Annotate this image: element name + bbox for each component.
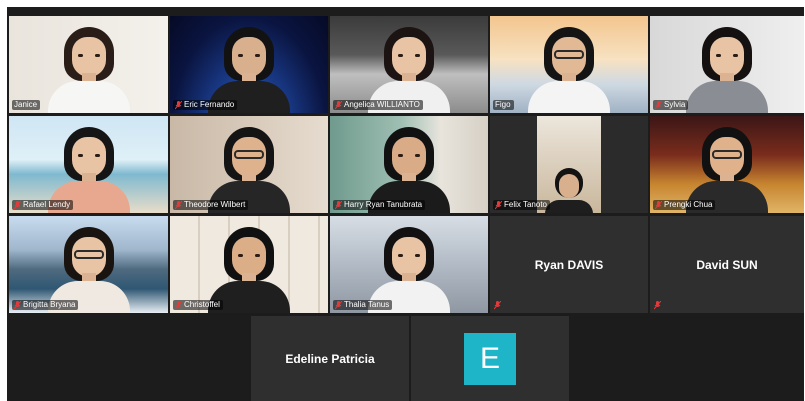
participant-name-tag: Prengki Chua [653, 200, 716, 210]
mic-off-icon [654, 301, 661, 310]
participant-name-tag: Janice [12, 100, 41, 110]
participant-name-tag: Brigitta Bryana [12, 300, 79, 310]
participant-name-tag: Felix Tanoto [493, 200, 550, 210]
video-grid: Janice Eric Fernando Angelica WILLIANTO [7, 7, 804, 401]
participant-name-tag: Angelica WILLIANTO [333, 100, 423, 110]
participant-tile-janice[interactable]: Janice [9, 16, 168, 113]
participant-name: Angelica WILLIANTO [344, 100, 420, 109]
mic-off-icon [14, 200, 21, 209]
participant-name: Rafael Lendy [23, 200, 71, 209]
participant-name-tag: Figo [493, 100, 514, 110]
participant-tile-felix-tanoto[interactable]: Felix Tanoto [490, 116, 648, 213]
mic-off-icon [655, 100, 662, 109]
mic-off-icon [175, 200, 182, 209]
mic-off-icon [175, 100, 182, 109]
participant-name: Harry Ryan Tanubrata [344, 200, 423, 209]
participant-tile-david-sun[interactable]: David SUN [650, 216, 804, 313]
mic-off-icon [14, 300, 21, 309]
participant-tile-figo[interactable]: Figo [490, 16, 648, 113]
mic-off-icon [335, 200, 342, 209]
participant-name: Eric Fernando [184, 100, 235, 109]
avatar: E [464, 332, 516, 385]
participant-video [686, 21, 768, 113]
participant-name: Felix Tanoto [504, 200, 547, 209]
participant-name: Ryan DAVIS [534, 257, 604, 272]
participant-tile-angelica-willianto[interactable]: Angelica WILLIANTO [330, 16, 488, 113]
participant-name-tag: Sylvia [653, 100, 689, 110]
participant-name-tag: Harry Ryan Tanubrata [333, 200, 426, 210]
participant-video [537, 116, 601, 213]
participant-name: Theodore Wilbert [184, 200, 246, 209]
mic-off-icon [495, 200, 502, 209]
participant-tile-theodore-wilbert[interactable]: Theodore Wilbert [170, 116, 328, 213]
mic-off-icon [335, 100, 342, 109]
participant-tile-edeline-patricia[interactable]: Edeline Patricia [251, 316, 409, 401]
participant-tile-prengki-chua[interactable]: Prengki Chua [650, 116, 804, 213]
participant-name: David SUN [696, 257, 758, 272]
participant-name-tag: Eric Fernando [173, 100, 238, 110]
participant-name-tag: Theodore Wilbert [173, 200, 249, 210]
mic-off-icon [655, 200, 662, 209]
participant-name-tag: Thalia Tanus [333, 300, 393, 310]
participant-video [528, 21, 610, 113]
participant-tile-e[interactable]: E [411, 316, 569, 401]
participant-tile-christoffel[interactable]: Christoffel [170, 216, 328, 313]
mic-off-icon [175, 300, 182, 309]
participant-video [208, 221, 290, 313]
participant-name: Sylvia [664, 100, 686, 109]
participant-tile-sylvia[interactable]: Sylvia [650, 16, 804, 113]
mic-off-icon [335, 300, 342, 309]
participant-name-tag: Rafael Lendy [12, 200, 74, 210]
participant-tile-eric-fernando[interactable]: Eric Fernando [170, 16, 328, 113]
participant-tile-rafael-lendy[interactable]: Rafael Lendy [9, 116, 168, 213]
mic-off-icon [494, 301, 501, 310]
participant-name: Janice [14, 100, 38, 109]
participant-name: Brigitta Bryana [23, 300, 76, 309]
participant-video [47, 21, 130, 113]
participant-name: Thalia Tanus [344, 300, 390, 309]
participant-tile-ryan-davis[interactable]: Ryan DAVIS [490, 216, 648, 313]
participant-tile-harry-ryan-tanubrata[interactable]: Harry Ryan Tanubrata [330, 116, 488, 213]
participant-name: Edeline Patricia [285, 351, 375, 366]
participant-tile-brigitta-bryana[interactable]: Brigitta Bryana [9, 216, 168, 313]
participant-name: Christoffel [184, 300, 220, 309]
participant-name-tag: Christoffel [173, 300, 223, 310]
participant-tile-thalia-tanus[interactable]: Thalia Tanus [330, 216, 488, 313]
participant-name: Figo [495, 100, 511, 109]
participant-name: Prengki Chua [664, 200, 713, 209]
